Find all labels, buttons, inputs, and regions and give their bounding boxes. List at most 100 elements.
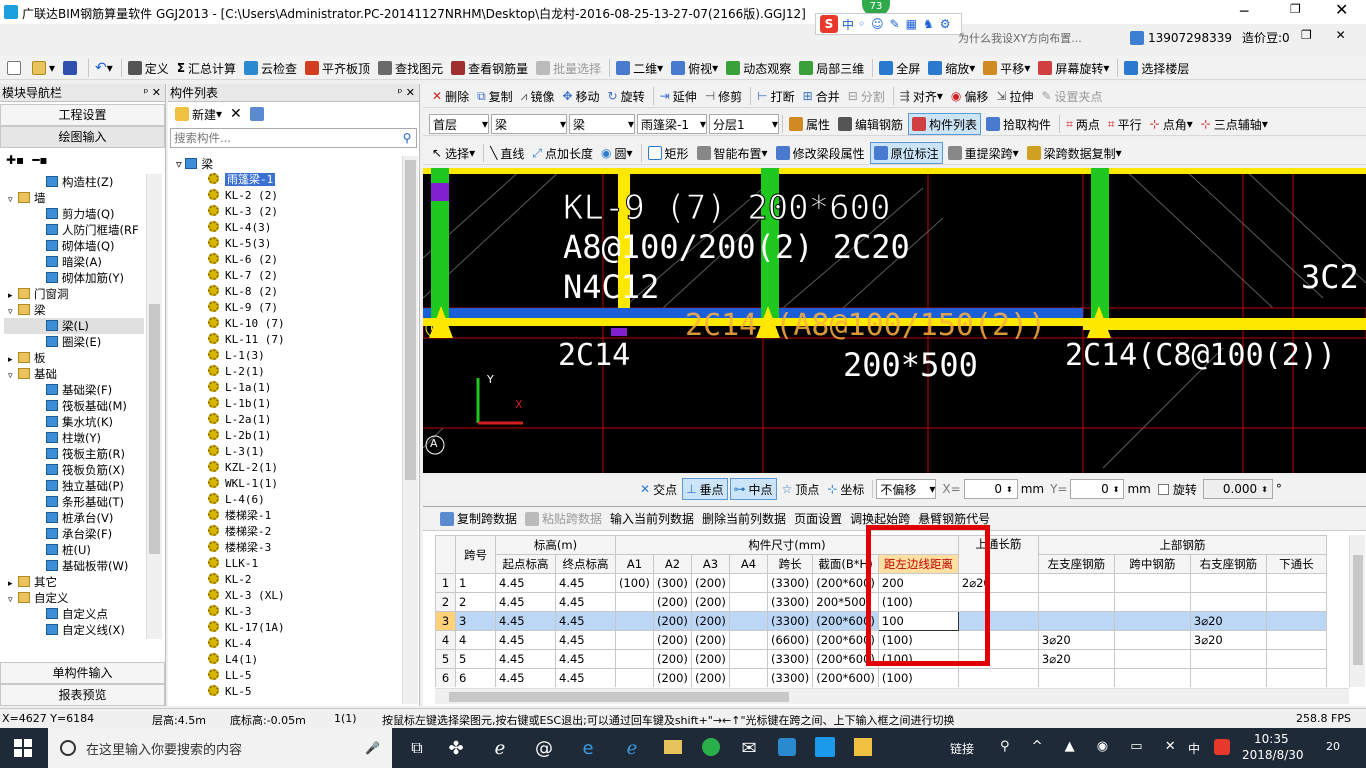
snap-vertex-button[interactable]: ☆ 顶点	[779, 478, 823, 500]
nav-tree-item[interactable]: 暗梁(A)	[4, 254, 144, 270]
search-icon[interactable]: ⚲	[398, 131, 416, 145]
trim-button[interactable]: ⊣ 修剪	[702, 85, 745, 107]
table-cell[interactable]	[1265, 630, 1327, 650]
pick-component-button[interactable]: 拾取构件	[983, 113, 1054, 135]
component-list-item[interactable]: L-1a(1)	[174, 380, 402, 396]
table-cell[interactable]	[1037, 573, 1115, 593]
select-floor-button[interactable]: 选择楼层	[1121, 57, 1192, 79]
nav-tree-item[interactable]: 集水坑(K)	[4, 414, 144, 430]
comp-scrollbar[interactable]	[402, 156, 418, 704]
component-list-item[interactable]: 楼梯梁-1	[174, 508, 402, 524]
component-list-item[interactable]: KL-4	[174, 636, 402, 652]
view-rebar-button[interactable]: 查看钢筋量	[448, 57, 531, 79]
column-header[interactable]: 截面(B*H)	[812, 554, 879, 574]
table-cell[interactable]: 5	[455, 649, 496, 669]
nav-tree-item[interactable]: ▿ 墙	[4, 190, 144, 206]
extend-button[interactable]: ⇥ 延伸	[657, 85, 700, 107]
task-view-icon[interactable]: ⧉	[400, 738, 434, 758]
table-cell[interactable]: 2⌀20	[957, 573, 1039, 593]
pin-icon[interactable]: ᵖ ✕	[144, 86, 165, 99]
component-list-item[interactable]: KL-10 (7)	[174, 316, 402, 332]
beam-top[interactable]	[423, 168, 1366, 174]
rotate-checkbox[interactable]	[1157, 483, 1169, 495]
two-point-button[interactable]: ⌗ 两点	[1063, 113, 1103, 135]
table-cell[interactable]: 4.45	[495, 592, 556, 612]
table-cell[interactable]	[1037, 592, 1115, 612]
screen-rotate-button[interactable]: 屏幕旋转 ▾	[1035, 57, 1112, 79]
table-cell[interactable]	[1037, 611, 1115, 631]
column-header[interactable]: A2	[653, 554, 692, 574]
delete-column-button[interactable]: 删除当前列数据	[699, 508, 789, 530]
column-header[interactable]: 跨长	[766, 554, 814, 574]
x-input[interactable]: 0 ⬍	[963, 479, 1018, 499]
column-header[interactable]: 左支座钢筋	[1037, 554, 1115, 574]
mirror-button[interactable]: ⩘ 镜像	[518, 85, 558, 107]
column-header[interactable]: A1	[615, 554, 654, 574]
table-cell[interactable]: (200*600)	[812, 573, 879, 593]
nav-tree-item[interactable]: 人防门框墙(RF	[4, 222, 144, 238]
offset-button[interactable]: ◉ 偏移	[948, 85, 992, 107]
table-cell[interactable]	[957, 592, 1039, 612]
notes-icon[interactable]	[844, 737, 882, 759]
restore-button[interactable]: ❐	[1290, 2, 1310, 18]
expand-all-icon[interactable]: ✚▪	[6, 153, 24, 167]
nav-tree-item[interactable]: 自定义点	[4, 606, 144, 622]
copy-button[interactable]: ⧉ 复制	[474, 85, 516, 107]
new-component-button[interactable]: 新建 ▾	[172, 103, 225, 125]
edge-icon[interactable]: e	[566, 738, 610, 759]
table-cell[interactable]	[615, 649, 654, 669]
table-vscrollbar[interactable]	[1349, 535, 1365, 687]
component-select[interactable]: 雨篷梁-1 ▾	[637, 114, 707, 134]
table-cell[interactable]	[729, 668, 768, 687]
table-cell[interactable]	[1189, 649, 1267, 669]
table-cell[interactable]	[1113, 573, 1191, 593]
explorer-icon[interactable]	[654, 739, 692, 757]
nav-tree-item[interactable]: 自定义线(X)	[4, 622, 144, 638]
table-cell[interactable]: (200)	[691, 592, 730, 612]
app-green-icon[interactable]	[692, 737, 730, 759]
table-cell[interactable]	[1113, 668, 1191, 687]
y-input[interactable]: 0 ⬍	[1070, 479, 1125, 499]
fullscreen-button[interactable]: 全屏	[876, 57, 923, 79]
table-cell[interactable]: (100)	[877, 668, 959, 687]
nav-tree-item[interactable]: ▿ 自定义	[4, 590, 144, 606]
move-button[interactable]: ✥ 移动	[559, 85, 602, 107]
component-list-item[interactable]: KL-3 (2)	[174, 204, 402, 220]
table-cell[interactable]	[957, 668, 1039, 687]
stretch-button[interactable]: ⇲ 拉伸	[993, 85, 1036, 107]
table-cell[interactable]	[1189, 573, 1267, 593]
column-header[interactable]: 起点标高	[495, 554, 556, 574]
component-list-item[interactable]: LL-5	[174, 668, 402, 684]
summary-calc-button[interactable]: Σ 汇总计算	[174, 57, 239, 79]
merge-button[interactable]: ⊞ 合并	[800, 85, 843, 107]
ggj-icon[interactable]	[806, 736, 844, 760]
table-cell[interactable]: (3300)	[766, 611, 814, 631]
properties-button[interactable]: 属性	[786, 113, 833, 135]
nav-tree-item[interactable]: 桩承台(V)	[4, 510, 144, 526]
nav-tree-item[interactable]: 剪力墙(Q)	[4, 206, 144, 222]
table-cell[interactable]: 4.45	[555, 630, 616, 650]
table-cell[interactable]: 4.45	[495, 668, 556, 687]
circle-button[interactable]: ◉ 圆 ▾	[598, 142, 636, 164]
table-cell[interactable]	[1113, 611, 1191, 631]
table-cell[interactable]: (100)	[615, 573, 654, 593]
component-list-item[interactable]: LLK-1	[174, 556, 402, 572]
table-cell[interactable]: (200*600)	[812, 668, 879, 687]
component-list-item[interactable]: 楼梯梁-2	[174, 524, 402, 540]
expand-toggle-icon[interactable]: ▿	[8, 368, 18, 384]
table-cell[interactable]: (100)	[877, 630, 959, 650]
tray-sogou-icon[interactable]	[1214, 739, 1230, 755]
table-cell[interactable]	[615, 592, 654, 612]
component-list-item[interactable]: 楼梯梁-3	[174, 540, 402, 556]
paste-span-button[interactable]: 粘贴跨数据	[522, 508, 605, 530]
offset-select[interactable]: 不偏移 ▾	[876, 479, 937, 499]
table-cell[interactable]: 200	[877, 573, 959, 593]
in-situ-annotation-button[interactable]: 原位标注	[869, 142, 943, 164]
component-list-item[interactable]: KL-5(3)	[174, 236, 402, 252]
fan-app-icon[interactable]: ✤	[434, 738, 478, 759]
start-icon[interactable]	[14, 739, 32, 757]
table-cell[interactable]: 3⌀20	[1189, 611, 1267, 631]
component-list-item[interactable]: L-2a(1)	[174, 412, 402, 428]
component-list-item[interactable]: WKL-1(1)	[174, 476, 402, 492]
clock-time[interactable]: 10:35	[1254, 732, 1289, 746]
